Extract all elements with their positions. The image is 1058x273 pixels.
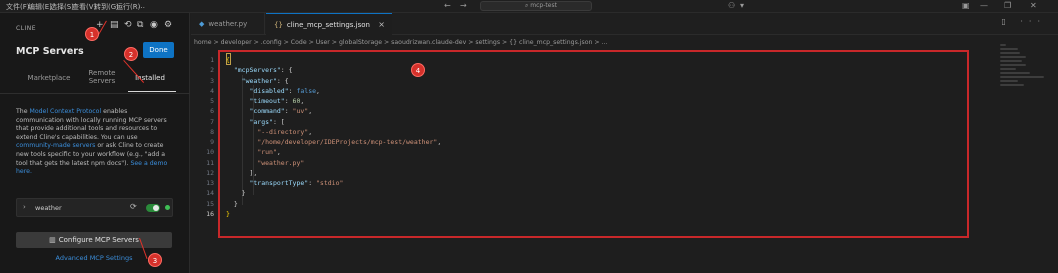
desc-text: The <box>16 108 30 115</box>
line-number: 4 <box>210 86 214 95</box>
breadcrumb[interactable]: home > developer > .config > Code > User… <box>194 39 607 46</box>
callout-badge-2: 2 <box>124 47 138 61</box>
command-center-search[interactable]: ⌕ mcp-test <box>480 1 592 11</box>
forward-arrow-icon[interactable]: → <box>460 1 467 10</box>
vertical-scrollbar[interactable] <box>1048 36 1056 273</box>
menu-view[interactable]: 查看(V) <box>72 2 96 12</box>
restart-server-icon[interactable]: ⟳ <box>130 202 137 211</box>
restore-icon[interactable]: ❐ <box>1004 1 1011 10</box>
annotation-highlight-box <box>218 50 969 238</box>
minimap-line <box>1000 44 1006 46</box>
tab-remote-servers[interactable]: Remote Servers <box>82 69 122 85</box>
python-icon: ◆ <box>199 20 205 28</box>
minimap-line <box>1000 76 1044 78</box>
line-number: 12 <box>206 168 214 177</box>
editor-more-actions-icon[interactable]: ▯ ··· <box>1001 17 1046 26</box>
menu-run[interactable]: 运行(R) <box>116 2 140 12</box>
active-tab-indicator <box>128 91 176 92</box>
popout-icon[interactable]: ⧉ <box>137 20 143 30</box>
line-number: 2 <box>210 66 214 75</box>
mcp-servers-title: MCP Servers <box>16 46 84 57</box>
line-number: 5 <box>210 97 214 105</box>
tab-weather-py[interactable]: ◆ weather.py <box>191 13 265 35</box>
tab-label: weather.py <box>208 20 248 28</box>
account-chevron-icon[interactable]: ▾ <box>740 1 744 10</box>
mcp-servers-icon[interactable]: ▤ <box>110 20 119 30</box>
tab-cline-mcp-settings[interactable]: {} cline_mcp_settings.json × <box>266 13 392 35</box>
line-number: 7 <box>210 117 214 126</box>
tab-divider <box>0 93 190 94</box>
line-number: 1 <box>210 56 214 64</box>
minimap[interactable] <box>1000 44 1050 104</box>
server-icon: ▥ <box>49 236 56 244</box>
configure-mcp-servers-button[interactable]: ▥ Configure MCP Servers <box>16 232 172 248</box>
line-number-gutter: 1 2 3 4 5 6 7 8 9 10 11 12 13 14 15 16 <box>192 55 214 219</box>
minimap-line <box>1000 72 1030 74</box>
community-servers-link[interactable]: community-made servers <box>16 142 95 149</box>
line-number: 8 <box>210 127 214 136</box>
line-number: 6 <box>210 107 214 116</box>
line-number: 13 <box>206 179 214 187</box>
minimap-line <box>1000 84 1024 86</box>
back-arrow-icon[interactable]: ← <box>444 1 451 10</box>
account-icon[interactable]: ⚇ <box>728 1 735 10</box>
server-row-weather[interactable]: › weather ⟳ <box>16 198 173 217</box>
line-number: 3 <box>210 76 214 85</box>
menu-edit[interactable]: 编辑(E) <box>28 2 52 12</box>
callout-badge-3: 3 <box>148 253 162 267</box>
mcp-protocol-link[interactable]: Model Context Protocol <box>29 108 101 115</box>
mcp-description: The Model Context Protocol enables commu… <box>16 108 176 177</box>
minimap-line <box>1000 48 1018 50</box>
settings-gear-icon[interactable]: ⚙ <box>164 20 172 30</box>
menu-file[interactable]: 文件(F) <box>6 2 30 12</box>
json-icon: {} <box>274 21 283 29</box>
search-text: mcp-test <box>530 2 557 9</box>
callout-badge-1: 1 <box>85 27 99 41</box>
minimize-icon[interactable]: — <box>980 1 988 10</box>
title-bar: 文件(F) 编辑(E) 选择(S) 查看(V) 转到(G) 运行(R) … ← … <box>0 0 1058 13</box>
menu-selection[interactable]: 选择(S) <box>50 2 74 12</box>
server-status-dot <box>165 205 170 210</box>
minimap-line <box>1000 56 1026 58</box>
minimap-line <box>1000 52 1020 54</box>
tab-label: cline_mcp_settings.json <box>286 21 370 29</box>
history-icon[interactable]: ⟲ <box>124 20 132 30</box>
close-tab-icon[interactable]: × <box>378 14 385 36</box>
chevron-right-icon[interactable]: › <box>23 203 26 211</box>
line-number: 15 <box>206 199 214 208</box>
close-window-icon[interactable]: ✕ <box>1030 1 1037 10</box>
minimap-line <box>1000 60 1022 62</box>
account-circle-icon[interactable]: ◉ <box>150 20 158 30</box>
line-number: 16 <box>206 209 214 218</box>
cline-sidebar: CLINE + ▤ ⟲ ⧉ ◉ ⚙ MCP Servers Done Marke… <box>0 13 190 273</box>
line-number: 10 <box>206 148 214 157</box>
configure-label: Configure MCP Servers <box>58 236 139 244</box>
editor-tab-bar: ◆ weather.py {} cline_mcp_settings.json × … <box>191 13 1058 35</box>
menu-more[interactable]: … <box>138 2 145 10</box>
line-number: 14 <box>206 189 214 198</box>
line-number: 11 <box>206 158 214 167</box>
minimap-line <box>1000 68 1016 70</box>
tab-marketplace[interactable]: Marketplace <box>24 74 74 82</box>
server-enable-toggle[interactable] <box>146 204 160 212</box>
minimap-line <box>1000 64 1026 66</box>
done-button[interactable]: Done <box>143 42 174 58</box>
layout-icon[interactable]: ▣ <box>962 1 970 10</box>
callout-badge-4: 4 <box>411 63 425 77</box>
panel-name: CLINE <box>16 25 37 32</box>
server-name: weather <box>35 204 62 212</box>
minimap-line <box>1000 80 1018 82</box>
line-number: 9 <box>210 138 214 146</box>
